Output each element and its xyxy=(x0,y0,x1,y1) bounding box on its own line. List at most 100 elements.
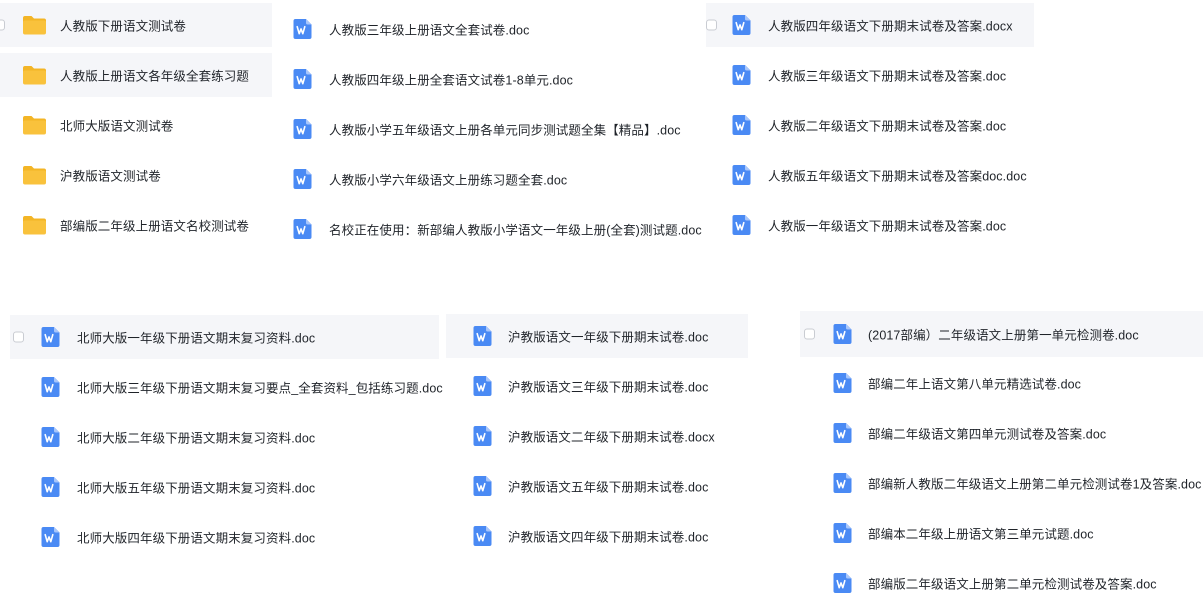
word-doc-icon xyxy=(732,15,751,36)
word-doc-icon xyxy=(41,427,60,448)
word-doc-icon xyxy=(293,69,312,90)
file-item[interactable]: 部编版二年级语文上册第二单元检测试卷及答案.doc xyxy=(800,561,1203,605)
folder-item[interactable]: 沪教版语文测试卷 xyxy=(0,153,272,197)
panel-hujiao: 沪教版语文一年级下册期末试卷.doc 沪教版语文三年级下册期末试卷.doc 沪教… xyxy=(446,314,748,564)
file-name: 部编版二年级语文上册第二单元检测试卷及答案.doc xyxy=(868,577,1157,592)
folder-item[interactable]: 人教版下册语文测试卷 xyxy=(0,3,272,47)
file-item[interactable]: 沪教版语文一年级下册期末试卷.doc xyxy=(446,314,748,358)
file-name: 部编本二年级上册语文第三单元试题.doc xyxy=(868,527,1094,542)
file-name: 人教版小学五年级语文上册各单元同步测试题全集【精品】.doc xyxy=(329,123,681,138)
word-doc-icon xyxy=(41,527,60,548)
row-checkbox[interactable] xyxy=(804,328,815,340)
file-name: 沪教版语文一年级下册期末试卷.doc xyxy=(508,330,709,345)
word-doc-icon xyxy=(732,165,751,186)
word-doc-icon xyxy=(473,326,492,347)
word-doc-icon xyxy=(833,423,852,444)
file-name: 北师大版五年级下册语文期末复习资料.doc xyxy=(77,481,316,496)
file-name: 人教版上册语文各年级全套练习题 xyxy=(60,69,250,84)
row-checkbox[interactable] xyxy=(0,19,5,31)
file-name: 人教版一年级语文下册期末试卷及答案.doc xyxy=(768,219,1007,234)
panel-bubian: (2017部编）二年级语文上册第一单元检测卷.doc 部编二年上语文第八单元精选… xyxy=(800,311,1203,598)
file-name: 部编新人教版二年级语文上册第二单元检测试卷1及答案.doc xyxy=(868,477,1202,492)
file-name: 沪教版语文二年级下册期末试卷.docx xyxy=(508,430,715,445)
word-doc-icon xyxy=(293,119,312,140)
file-name: 北师大版三年级下册语文期末复习要点_全套资料_包括练习题.doc xyxy=(77,381,443,396)
file-item[interactable]: 沪教版语文二年级下册期末试卷.docx xyxy=(446,414,748,458)
word-doc-icon xyxy=(293,169,312,190)
file-item[interactable]: 部编二年级语文第四单元测试卷及答案.doc xyxy=(800,411,1203,455)
file-name: 沪教版语文三年级下册期末试卷.doc xyxy=(508,380,709,395)
panel-folders: 人教版下册语文测试卷 人教版上册语文各年级全套练习题 北师大版语文测试卷 沪教版… xyxy=(0,3,272,253)
file-name: 人教版三年级上册语文全套试卷.doc xyxy=(329,23,530,38)
word-doc-icon xyxy=(41,377,60,398)
file-name: 人教版四年级语文下册期末试卷及答案.docx xyxy=(768,19,1013,34)
row-checkbox[interactable] xyxy=(13,331,24,343)
file-name: 北师大版语文测试卷 xyxy=(60,119,174,134)
word-doc-icon xyxy=(732,115,751,136)
file-item[interactable]: 人教版四年级上册全套语文试卷1-8单元.doc xyxy=(280,57,705,101)
file-name: 沪教版语文四年级下册期末试卷.doc xyxy=(508,530,709,545)
file-name: 名校正在使用：新部编人教版小学语文一年级上册(全套)测试题.doc xyxy=(329,223,702,238)
word-doc-icon xyxy=(833,373,852,394)
word-doc-icon xyxy=(41,327,60,348)
word-doc-icon xyxy=(473,526,492,547)
word-doc-icon xyxy=(833,324,852,345)
file-item[interactable]: 沪教版语文五年级下册期末试卷.doc xyxy=(446,464,748,508)
file-name: 沪教版语文测试卷 xyxy=(60,169,161,184)
file-item[interactable]: 北师大版一年级下册语文期末复习资料.doc xyxy=(10,315,439,359)
file-name: 部编二年上语文第八单元精选试卷.doc xyxy=(868,377,1082,392)
file-item[interactable]: 部编新人教版二年级语文上册第二单元检测试卷1及答案.doc xyxy=(800,461,1203,505)
file-item[interactable]: 北师大版四年级下册语文期末复习资料.doc xyxy=(10,515,439,559)
folder-item[interactable]: 部编版二年级上册语文名校测试卷 xyxy=(0,203,272,247)
file-item[interactable]: 北师大版二年级下册语文期末复习资料.doc xyxy=(10,415,439,459)
file-name: 北师大版四年级下册语文期末复习资料.doc xyxy=(77,531,316,546)
folder-item[interactable]: 人教版上册语文各年级全套练习题 xyxy=(0,53,272,97)
folder-icon xyxy=(22,115,47,136)
file-item[interactable]: 人教版小学五年级语文上册各单元同步测试题全集【精品】.doc xyxy=(280,107,705,151)
panel-beishida: 北师大版一年级下册语文期末复习资料.doc 北师大版三年级下册语文期末复习要点_… xyxy=(10,315,443,565)
file-item[interactable]: 沪教版语文四年级下册期末试卷.doc xyxy=(446,514,748,558)
word-doc-icon xyxy=(732,215,751,236)
file-name: 人教版二年级语文下册期末试卷及答案.doc xyxy=(768,119,1007,134)
file-item[interactable]: 北师大版三年级下册语文期末复习要点_全套资料_包括练习题.doc xyxy=(10,365,443,409)
file-name: 部编版二年级上册语文名校测试卷 xyxy=(60,219,250,234)
file-item[interactable]: 人教版三年级语文下册期末试卷及答案.doc xyxy=(706,53,1034,97)
word-doc-icon xyxy=(293,219,312,240)
file-name: 人教版三年级语文下册期末试卷及答案.doc xyxy=(768,69,1007,84)
word-doc-icon xyxy=(732,65,751,86)
folder-icon xyxy=(22,15,47,36)
file-item[interactable]: 人教版四年级语文下册期末试卷及答案.docx xyxy=(706,3,1034,47)
file-name: (2017部编）二年级语文上册第一单元检测卷.doc xyxy=(868,328,1139,343)
file-item[interactable]: 名校正在使用：新部编人教版小学语文一年级上册(全套)测试题.doc xyxy=(280,207,705,251)
word-doc-icon xyxy=(293,19,312,40)
file-item[interactable]: 人教版三年级上册语文全套试卷.doc xyxy=(280,7,705,51)
folder-icon xyxy=(22,65,47,86)
folder-icon xyxy=(22,165,47,186)
file-item[interactable]: 人教版小学六年级语文上册练习题全套.doc xyxy=(280,157,705,201)
file-name: 北师大版一年级下册语文期末复习资料.doc xyxy=(77,331,316,346)
file-name: 人教版四年级上册全套语文试卷1-8单元.doc xyxy=(329,73,573,88)
file-item[interactable]: 部编二年上语文第八单元精选试卷.doc xyxy=(800,361,1203,405)
file-item[interactable]: 人教版五年级语文下册期末试卷及答案doc.doc xyxy=(706,153,1034,197)
row-checkbox[interactable] xyxy=(706,19,717,31)
file-item[interactable]: 北师大版五年级下册语文期末复习资料.doc xyxy=(10,465,439,509)
panel-renjiao-shangce: 人教版三年级上册语文全套试卷.doc 人教版四年级上册全套语文试卷1-8单元.d… xyxy=(280,7,705,257)
word-doc-icon xyxy=(833,573,852,594)
word-doc-icon xyxy=(41,477,60,498)
word-doc-icon xyxy=(833,523,852,544)
file-name: 北师大版二年级下册语文期末复习资料.doc xyxy=(77,431,316,446)
word-doc-icon xyxy=(473,476,492,497)
file-item[interactable]: 人教版二年级语文下册期末试卷及答案.doc xyxy=(706,103,1034,147)
word-doc-icon xyxy=(473,426,492,447)
folder-item[interactable]: 北师大版语文测试卷 xyxy=(0,103,272,147)
word-doc-icon xyxy=(473,376,492,397)
file-name: 人教版下册语文测试卷 xyxy=(60,19,187,34)
file-item[interactable]: 人教版一年级语文下册期末试卷及答案.doc xyxy=(706,203,1034,247)
file-item[interactable]: 部编本二年级上册语文第三单元试题.doc xyxy=(800,511,1203,555)
file-name: 沪教版语文五年级下册期末试卷.doc xyxy=(508,480,709,495)
file-name: 人教版小学六年级语文上册练习题全套.doc xyxy=(329,173,568,188)
folder-icon xyxy=(22,215,47,236)
file-item[interactable]: 沪教版语文三年级下册期末试卷.doc xyxy=(446,364,748,408)
file-name: 人教版五年级语文下册期末试卷及答案doc.doc xyxy=(768,169,1027,184)
file-item[interactable]: (2017部编）二年级语文上册第一单元检测卷.doc xyxy=(800,311,1203,357)
